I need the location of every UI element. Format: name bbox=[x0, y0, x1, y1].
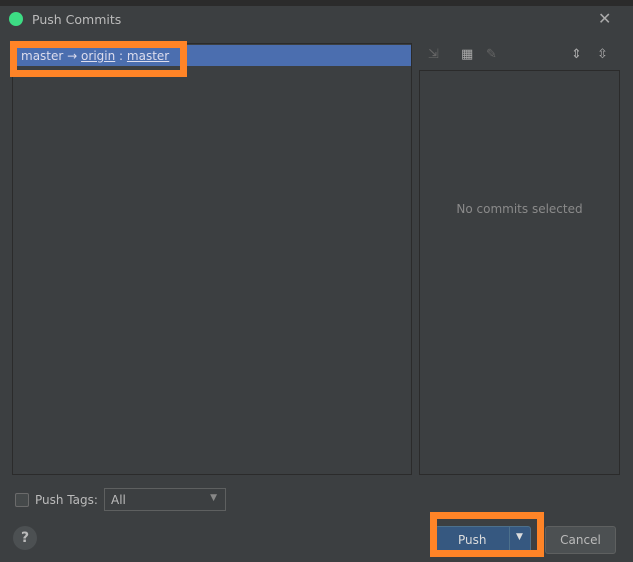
close-icon[interactable]: ✕ bbox=[598, 9, 611, 28]
expand-all-icon[interactable]: ⇕ bbox=[571, 47, 582, 62]
group-icon[interactable]: ▦ bbox=[461, 47, 473, 62]
chevron-down-icon: ▼ bbox=[210, 493, 217, 503]
android-studio-icon bbox=[9, 12, 23, 26]
commits-tree-panel[interactable] bbox=[12, 43, 412, 475]
tags-select-value: All bbox=[111, 493, 126, 507]
editor-background bbox=[0, 0, 633, 6]
highlight-box bbox=[10, 41, 187, 77]
highlight-box bbox=[430, 512, 544, 557]
edit-icon[interactable]: ✎ bbox=[486, 47, 497, 62]
tags-select[interactable]: All ▼ bbox=[104, 488, 226, 511]
commit-details-panel bbox=[419, 70, 620, 475]
help-button[interactable]: ? bbox=[13, 526, 37, 550]
dialog-title: Push Commits bbox=[32, 12, 122, 27]
collapse-all-icon[interactable]: ⇳ bbox=[597, 47, 608, 62]
push-tags-label: Push Tags: bbox=[35, 493, 98, 507]
push-tags-checkbox[interactable] bbox=[15, 493, 29, 507]
empty-state-text: No commits selected bbox=[456, 202, 583, 216]
cherry-pick-icon[interactable]: ⇲ bbox=[428, 47, 439, 62]
cancel-button[interactable]: Cancel bbox=[545, 526, 616, 554]
